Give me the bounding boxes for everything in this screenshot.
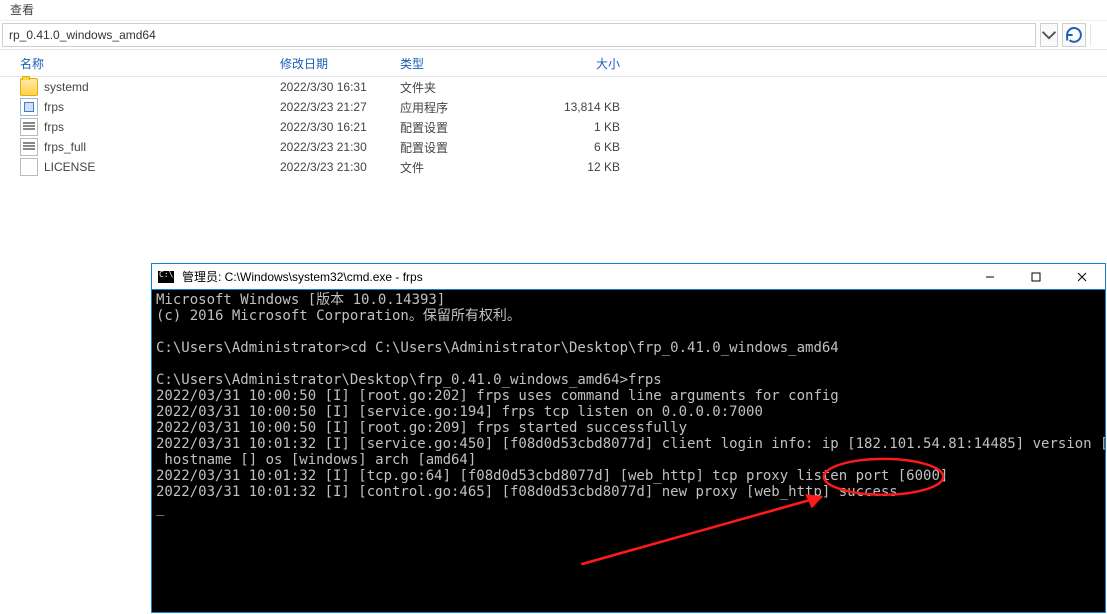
- list-item[interactable]: frps_full 2022/3/23 21:30 配置设置 6 KB: [20, 137, 1107, 157]
- list-item[interactable]: systemd 2022/3/30 16:31 文件夹: [20, 77, 1107, 97]
- ribbon-tab-view[interactable]: 查看: [0, 0, 44, 20]
- file-name: frps: [44, 100, 64, 114]
- close-button[interactable]: [1059, 264, 1105, 289]
- col-type[interactable]: 类型: [400, 55, 520, 72]
- file-name: LICENSE: [44, 160, 95, 174]
- file-name: systemd: [44, 80, 89, 94]
- text-file-icon: [20, 158, 38, 176]
- address-dropdown-icon[interactable]: [1040, 23, 1058, 47]
- address-bar: rp_0.41.0_windows_amd64: [0, 21, 1107, 50]
- file-type: 文件: [400, 159, 520, 176]
- exe-icon: [20, 98, 38, 116]
- refresh-icon[interactable]: [1062, 23, 1086, 47]
- file-size: 6 KB: [520, 140, 620, 154]
- folder-icon: [20, 78, 38, 96]
- file-type: 文件夹: [400, 79, 520, 96]
- address-path[interactable]: rp_0.41.0_windows_amd64: [2, 23, 1036, 47]
- file-type: 配置设置: [400, 119, 520, 136]
- search-box-fragment[interactable]: [1090, 24, 1105, 46]
- file-size: 12 KB: [520, 160, 620, 174]
- col-date[interactable]: 修改日期: [280, 55, 400, 72]
- config-icon: [20, 118, 38, 136]
- file-date: 2022/3/30 16:31: [280, 80, 400, 94]
- cmd-output[interactable]: Microsoft Windows [版本 10.0.14393] (c) 20…: [152, 290, 1105, 613]
- file-date: 2022/3/23 21:30: [280, 160, 400, 174]
- column-headers: 名称 修改日期 类型 大小: [0, 50, 1107, 77]
- file-date: 2022/3/23 21:30: [280, 140, 400, 154]
- config-icon: [20, 138, 38, 156]
- ribbon-tab-row: 查看: [0, 0, 1107, 21]
- cmd-icon: [158, 271, 174, 283]
- file-date: 2022/3/30 16:21: [280, 120, 400, 134]
- file-size: 13,814 KB: [520, 100, 620, 114]
- cmd-title: 管理员: C:\Windows\system32\cmd.exe - frps: [180, 268, 967, 285]
- file-size: 1 KB: [520, 120, 620, 134]
- file-list: systemd 2022/3/30 16:31 文件夹 frps 2022/3/…: [0, 77, 1107, 177]
- file-name: frps_full: [44, 140, 86, 154]
- maximize-button[interactable]: [1013, 264, 1059, 289]
- list-item[interactable]: frps 2022/3/23 21:27 应用程序 13,814 KB: [20, 97, 1107, 117]
- cmd-titlebar[interactable]: 管理员: C:\Windows\system32\cmd.exe - frps: [152, 264, 1105, 290]
- file-name: frps: [44, 120, 64, 134]
- minimize-button[interactable]: [967, 264, 1013, 289]
- file-type: 配置设置: [400, 139, 520, 156]
- col-size[interactable]: 大小: [520, 55, 620, 72]
- file-type: 应用程序: [400, 99, 520, 116]
- file-date: 2022/3/23 21:27: [280, 100, 400, 114]
- cmd-window: 管理员: C:\Windows\system32\cmd.exe - frps …: [151, 263, 1106, 613]
- list-item[interactable]: LICENSE 2022/3/23 21:30 文件 12 KB: [20, 157, 1107, 177]
- col-name[interactable]: 名称: [20, 55, 280, 72]
- list-item[interactable]: frps 2022/3/30 16:21 配置设置 1 KB: [20, 117, 1107, 137]
